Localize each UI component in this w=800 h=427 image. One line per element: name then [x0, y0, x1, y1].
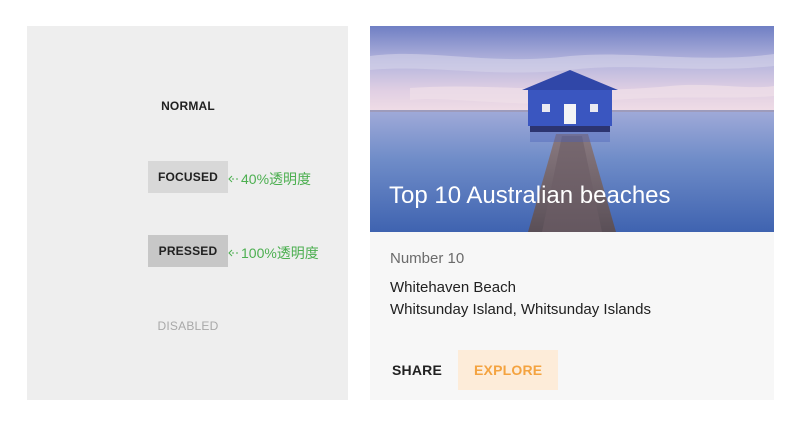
card-media-image: Top 10 Australian beaches [370, 26, 774, 232]
card-subhead: Number 10 [390, 250, 465, 267]
normal-state-button[interactable]: NORMAL [148, 90, 228, 122]
arrow-left-icon [227, 246, 241, 260]
focused-annotation-text: 40%透明度 [241, 171, 312, 187]
card-title: Top 10 Australian beaches [389, 182, 671, 209]
arrow-left-icon [227, 172, 241, 186]
card-beach-name: Whitehaven Beach [390, 279, 516, 296]
explore-button[interactable]: EXPLORE [458, 350, 559, 390]
focused-annotation: 40%透明度 [227, 169, 311, 189]
focused-state-button[interactable]: FOCUSED [148, 161, 228, 193]
page: NORMAL FOCUSED 40%透明度 PRESSED 100%透明度 DI… [0, 0, 800, 427]
button-states-panel: NORMAL FOCUSED 40%透明度 PRESSED 100%透明度 DI… [27, 26, 348, 400]
pressed-state-button[interactable]: PRESSED [148, 235, 228, 267]
card-location: Whitsunday Island, Whitsunday Islands [390, 301, 651, 318]
card-body: Number 10 Whitehaven Beach Whitsunday Is… [390, 250, 760, 321]
pressed-annotation: 100%透明度 [227, 243, 319, 263]
disabled-state-button: DISABLED [157, 319, 219, 333]
beach-card: Top 10 Australian beaches Number 10 Whit… [370, 26, 774, 400]
pressed-annotation-text: 100%透明度 [241, 245, 319, 261]
share-button[interactable]: SHARE [380, 350, 454, 390]
card-actions: SHARE EXPLORE [380, 350, 559, 390]
